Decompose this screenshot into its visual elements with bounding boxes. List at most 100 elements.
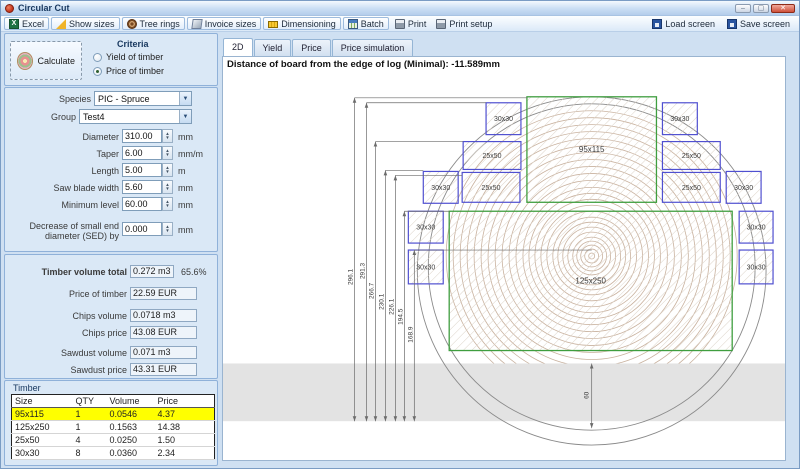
app-window: Circular Cut –▢✕ XExcel Show sizes Tree ri… [0,0,800,469]
calculate-button[interactable]: Calculate [10,41,82,80]
radio-yield-of-timber[interactable] [93,53,102,62]
board-25x50[interactable]: 25x50 [463,142,521,170]
board-label: 25x50 [682,185,701,192]
param-input-minimum-level[interactable]: 60.00 [122,197,162,211]
cell-qty: 8 [73,447,107,460]
board-30x30[interactable]: 30x30 [739,250,773,284]
param-input-taper[interactable]: 6.00 [122,146,162,160]
group-value: Test4 [80,112,179,122]
table-row[interactable]: 95x11510.05464.37 [12,408,215,421]
species-label: Species [5,94,91,104]
board-label: 95x115 [579,145,605,154]
board-30x30[interactable]: 30x30 [408,211,443,243]
board-label: 30x30 [416,225,435,232]
table-row[interactable]: 125x25010.156314.38 [12,421,215,434]
dimension-label: 266.7 [368,282,375,299]
param-spinner-minimum-level[interactable]: ▲▼ [162,197,173,211]
timber-table: SizeQTYVolumePrice95x11510.05464.37125x2… [11,394,215,460]
board-25x50[interactable]: 25x50 [462,172,520,202]
table-row[interactable]: 30x3080.03602.34 [12,447,215,460]
result-label-timber-volume-total: Timber volume total [5,267,127,277]
toolbar-label-batch: Batch [361,19,384,29]
param-spinner-diameter[interactable]: ▲▼ [162,129,173,143]
param-input-length[interactable]: 5.00 [122,163,162,177]
close-button[interactable]: ✕ [771,4,795,13]
cell-price: 1.50 [155,434,215,447]
criteria-option-yield-of-timber[interactable]: Yield of timber [93,52,163,62]
minimize-button[interactable]: – [735,4,751,13]
toolbar-button-dimensioning[interactable]: Dimensioning [263,17,341,30]
board-label: 30x30 [431,185,450,192]
toolbar-button-show-sizes[interactable]: Show sizes [51,17,120,30]
toolbar-button-save-screen[interactable]: Save screen [723,17,794,30]
title-bar: Circular Cut –▢✕ [1,1,799,16]
board-125x250[interactable]: 125x250 [449,211,732,350]
toolbar-button-print-setup[interactable]: Print setup [432,17,496,30]
distance-header: Distance of board from the edge of log (… [227,59,500,70]
results-group: Timber volume total0.272 m365.6%Price of… [4,254,218,379]
result-label-chips-volume: Chips volume [5,311,127,321]
tab-yield[interactable]: Yield [254,39,292,56]
chevron-down-icon[interactable]: ▼ [179,92,191,105]
board-30x30[interactable]: 30x30 [726,171,761,203]
tab-price[interactable]: Price [292,39,331,56]
drawing-canvas: Distance of board from the edge of log (… [222,56,786,461]
param-input-saw-blade-width[interactable]: 5.60 [122,180,162,194]
criteria-title: Criteria [117,39,149,49]
cell-qty: 1 [73,408,107,421]
cell-volume: 0.0360 [107,447,155,460]
board-25x50[interactable]: 25x50 [662,172,720,202]
result-label-sawdust-volume: Sawdust volume [5,348,127,358]
param-input-diameter[interactable]: 310.00 [122,129,162,143]
toolbar-label-save-screen: Save screen [740,19,790,29]
toolbar-label-tree-rings: Tree rings [140,19,180,29]
board-30x30[interactable]: 30x30 [423,171,458,203]
tab-2d[interactable]: 2D [223,38,253,57]
radio-price-of-timber[interactable] [93,67,102,76]
log-cross-section-diagram: 30x3030x3025x5025x5030x3025x5025x5030x30… [223,57,785,460]
toolbar-button-print[interactable]: Print [391,17,431,30]
toolbar-button-load-screen[interactable]: Load screen [648,17,719,30]
toolbar-label-print: Print [408,19,427,29]
board-95x115[interactable]: 95x115 [527,97,657,202]
criteria-group: Calculate Criteria Yield of timber Price … [4,33,218,86]
board-30x30[interactable]: 30x30 [662,103,697,135]
timber-title: Timber [13,383,41,393]
dimension-label: 296.1 [348,268,355,285]
maximize-button[interactable]: ▢ [753,4,769,13]
result-label-sawdust-price: Sawdust price [5,365,127,375]
window-title: Circular Cut [18,3,70,13]
result-percent: 65.6% [181,267,207,277]
tab-price-simulation[interactable]: Price simulation [332,39,414,56]
criteria-option-price-of-timber[interactable]: Price of timber [93,66,164,76]
table-row[interactable]: 25x5040.02501.50 [12,434,215,447]
print-setup-icon [436,19,446,29]
excel-icon: X [9,19,19,29]
sed-unit: mm [178,225,193,235]
toolbar-label-show-sizes: Show sizes [69,19,115,29]
table-header-row: SizeQTYVolumePrice [12,395,215,408]
sed-spinner[interactable]: ▲▼ [162,222,173,236]
board-30x30[interactable]: 30x30 [486,103,521,135]
species-select[interactable]: PIC - Spruce ▼ [94,91,192,106]
tree-rings-icon [127,19,137,29]
toolbar-left: XExcel Show sizes Tree rings Invoice sizesD… [4,17,496,30]
toolbar-button-tree-rings[interactable]: Tree rings [122,17,185,30]
saw-blade-icon [17,52,33,70]
sed-input[interactable]: 0.000 [122,222,162,236]
board-30x30[interactable]: 30x30 [408,250,443,284]
board-30x30[interactable]: 30x30 [739,211,773,243]
param-unit-length: m [178,166,186,176]
toolbar-button-invoice-sizes[interactable]: Invoice sizes [187,17,262,30]
chevron-down-icon[interactable]: ▼ [179,110,191,123]
dimension-label: 60 [584,391,591,399]
toolbar-button-excel[interactable]: XExcel [4,17,49,30]
param-spinner-length[interactable]: ▲▼ [162,163,173,177]
board-25x50[interactable]: 25x50 [662,142,720,170]
param-spinner-taper[interactable]: ▲▼ [162,146,173,160]
result-label-price-of-timber: Price of timber [5,289,127,299]
group-select[interactable]: Test4 ▼ [79,109,192,124]
dimensioning-icon [268,21,278,28]
param-spinner-saw-blade-width[interactable]: ▲▼ [162,180,173,194]
toolbar-button-batch[interactable]: Batch [343,17,389,30]
